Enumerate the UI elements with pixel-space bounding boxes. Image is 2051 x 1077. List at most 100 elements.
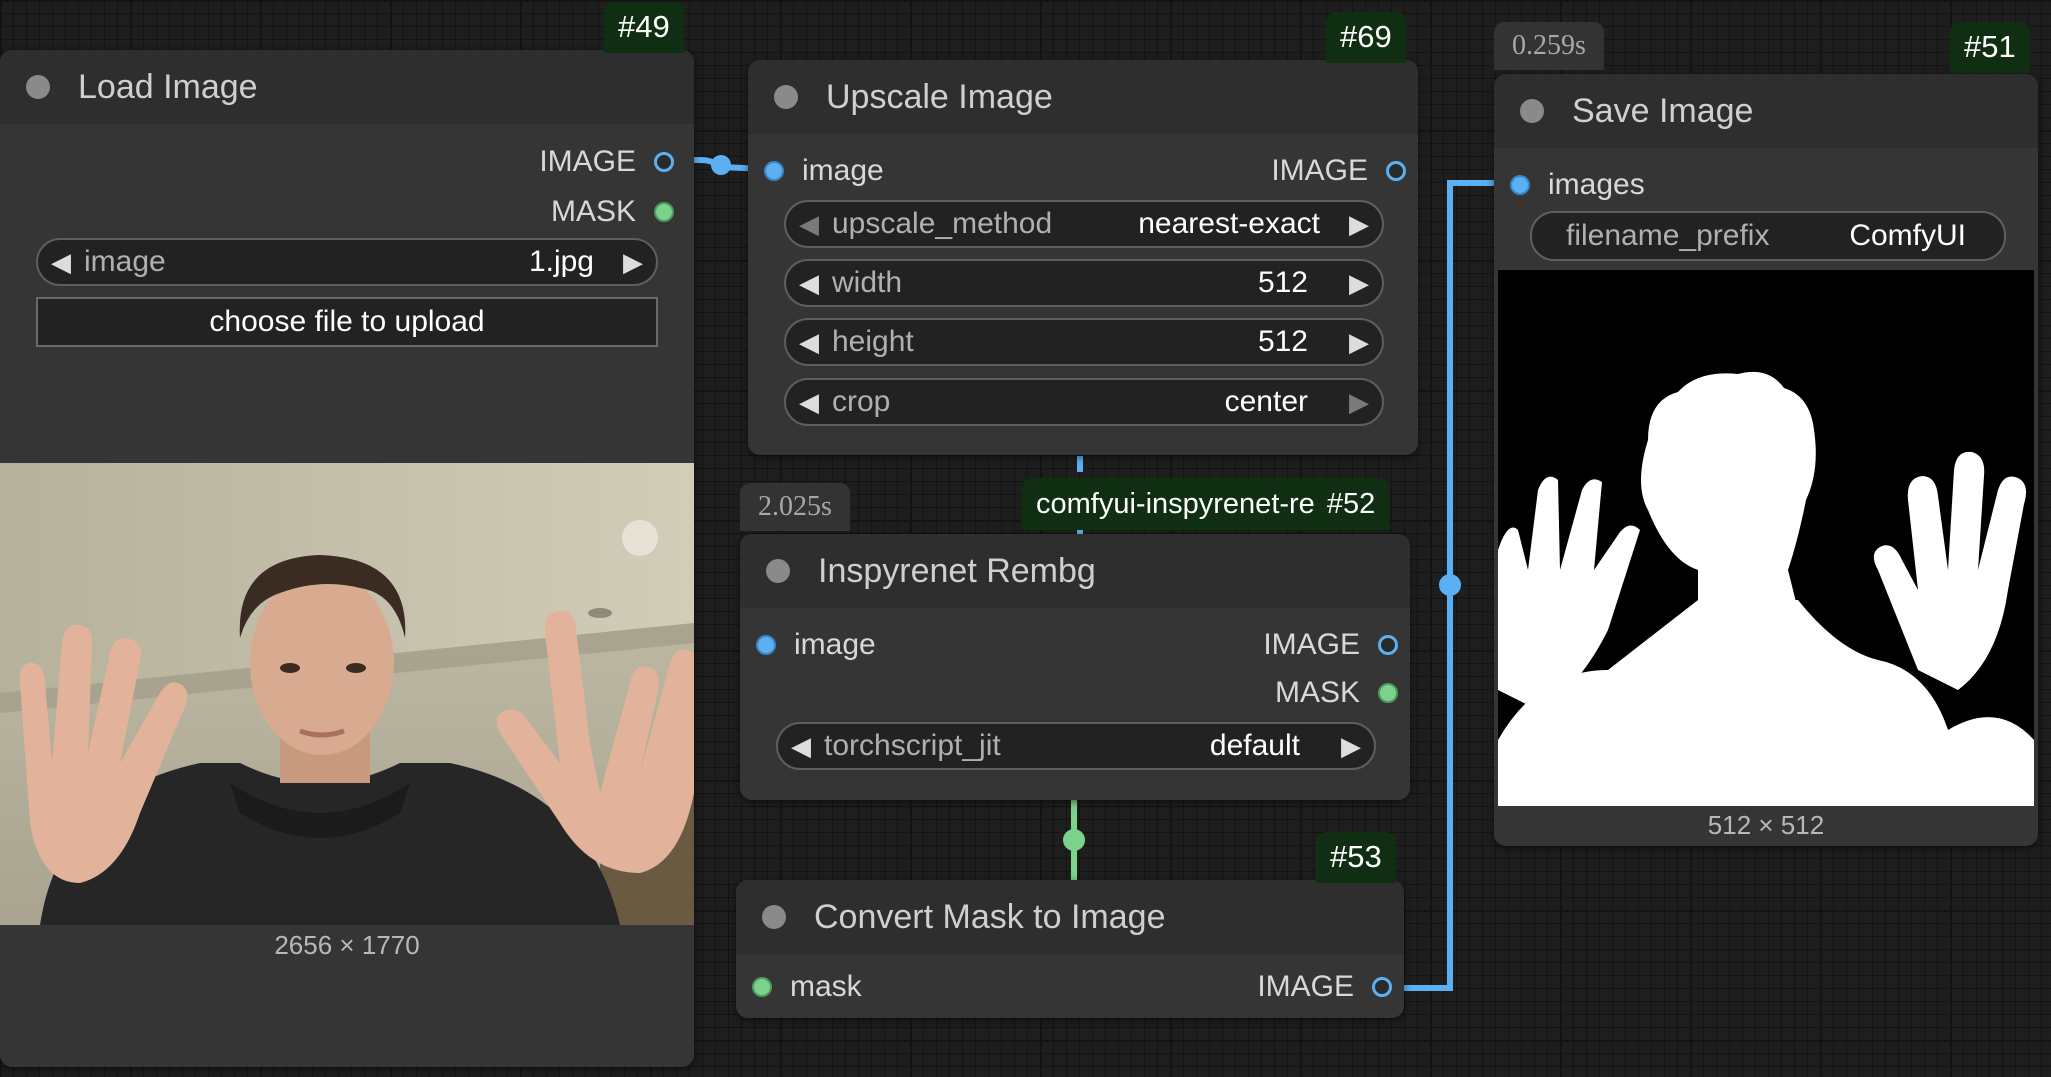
filename-prefix-field[interactable]: filename_prefix ComfyUI (1530, 211, 2006, 261)
node-title: Save Image (1572, 91, 1754, 130)
widget-value: default (1209, 729, 1300, 762)
node-title: Load Image (78, 67, 258, 106)
mask-output-dot[interactable] (654, 202, 674, 222)
circle-icon[interactable] (1520, 99, 1544, 123)
image-input-dot[interactable] (764, 161, 784, 181)
left-arrow-icon[interactable]: ◀ (786, 327, 832, 358)
circle-icon[interactable] (774, 85, 798, 109)
node-title: Inspyrenet Rembg (818, 551, 1096, 590)
node-title-bar[interactable]: Inspyrenet Rembg (740, 534, 1410, 608)
save-image-node[interactable]: Save Image images filename_prefix ComfyU… (1494, 74, 2038, 846)
execution-time-label: 0.259s (1494, 22, 1604, 70)
output-slot-image[interactable]: IMAGE (1257, 970, 1392, 1004)
widget-label: filename_prefix (1566, 219, 1770, 252)
slot-label: IMAGE (539, 145, 636, 178)
input-slot-mask[interactable]: mask (752, 970, 862, 1004)
output-slot-image[interactable]: IMAGE (1271, 154, 1406, 188)
slot-label: IMAGE (1257, 970, 1354, 1003)
node-title-bar[interactable]: Convert Mask to Image (736, 880, 1404, 954)
right-arrow-icon[interactable]: ▶ (1336, 209, 1382, 240)
image-input-dot[interactable] (1510, 175, 1530, 195)
slot-label: mask (790, 970, 862, 1003)
node-title-bar[interactable]: Save Image (1494, 74, 2038, 148)
right-arrow-icon[interactable]: ▶ (1336, 387, 1382, 418)
torchscript-jit-widget[interactable]: ◀ torchscript_jit default ▶ (776, 722, 1376, 770)
widget-value: ComfyUI (1849, 219, 1966, 252)
width-widget[interactable]: ◀ width 512 ▶ (784, 259, 1384, 307)
image-output-dot[interactable] (654, 152, 674, 172)
widget-label: width (832, 266, 903, 299)
link-midpoint[interactable] (711, 155, 731, 175)
node-title-bar[interactable]: Load Image (0, 50, 694, 124)
image-combo-widget[interactable]: ◀ image 1.jpg ▶ (36, 238, 658, 286)
slot-label: image (794, 628, 876, 661)
upload-button[interactable]: choose file to upload (36, 297, 658, 347)
widget-value: center (1224, 385, 1308, 418)
convert-mask-node[interactable]: Convert Mask to Image mask IMAGE (736, 880, 1404, 1018)
slot-label: MASK (550, 195, 636, 228)
widget-value: 512 (1257, 266, 1308, 299)
inspyrenet-rembg-node[interactable]: Inspyrenet Rembg image IMAGE MASK ◀ torc… (740, 534, 1410, 800)
node-title: Convert Mask to Image (814, 897, 1166, 936)
image-output-dot[interactable] (1372, 977, 1392, 997)
circle-icon[interactable] (762, 905, 786, 929)
mask-output-dot[interactable] (1378, 683, 1398, 703)
upscale-image-node[interactable]: Upscale Image image IMAGE ◀ upscale_meth… (748, 60, 1418, 455)
upscale-method-widget[interactable]: ◀ upscale_method nearest-exact ▶ (784, 200, 1384, 248)
height-widget[interactable]: ◀ height 512 ▶ (784, 318, 1384, 366)
node-source-badge: comfyui-inspyrenet-re #52 (1022, 478, 1390, 531)
slot-label: image (802, 154, 884, 187)
image-output-dot[interactable] (1378, 635, 1398, 655)
right-arrow-icon[interactable]: ▶ (1336, 268, 1382, 299)
preview-size-caption: 512 × 512 (1707, 810, 1825, 840)
widget-label: image (84, 245, 166, 278)
output-slot-image[interactable]: IMAGE (1263, 628, 1398, 662)
slot-label: MASK (1274, 676, 1360, 709)
node-id-badge: #53 (1316, 832, 1396, 883)
input-slot-image[interactable]: image (764, 154, 884, 188)
left-arrow-icon[interactable]: ◀ (786, 209, 832, 240)
slot-label: images (1548, 168, 1645, 201)
widget-value: nearest-exact (1138, 207, 1320, 240)
circle-icon[interactable] (26, 75, 50, 99)
widget-label: crop (832, 385, 891, 418)
widget-label: torchscript_jit (824, 729, 1001, 762)
output-slot-mask[interactable]: MASK (1275, 676, 1398, 710)
photo-illustration (0, 463, 694, 925)
execution-time-label: 2.025s (740, 483, 850, 531)
output-slot-mask[interactable]: MASK (551, 195, 674, 229)
widget-label: upscale_method (832, 207, 1053, 240)
load-image-node[interactable]: Load Image IMAGE MASK ◀ image 1.jpg ▶ ch… (0, 50, 694, 1067)
node-id-badge: #69 (1326, 12, 1406, 63)
node-id-badge: #49 (604, 2, 684, 53)
widget-value: 1.jpg (528, 245, 594, 278)
image-preview (0, 463, 694, 925)
mask-input-dot[interactable] (752, 977, 772, 997)
node-title: Upscale Image (826, 77, 1053, 116)
preview-size-caption: 2656 × 1770 (274, 930, 420, 960)
output-slot-image[interactable]: IMAGE (539, 145, 674, 179)
image-input-dot[interactable] (756, 635, 776, 655)
input-slot-image[interactable]: image (756, 628, 876, 662)
left-arrow-icon[interactable]: ◀ (778, 731, 824, 762)
node-id-badge: #52 (1326, 488, 1376, 520)
left-arrow-icon[interactable]: ◀ (38, 247, 84, 278)
widget-label: height (832, 325, 914, 358)
link-midpoint[interactable] (1063, 829, 1085, 851)
node-id-badge: #51 (1950, 22, 2030, 73)
crop-widget[interactable]: ◀ crop center ▶ (784, 378, 1384, 426)
left-arrow-icon[interactable]: ◀ (786, 268, 832, 299)
image-output-dot[interactable] (1386, 161, 1406, 181)
circle-icon[interactable] (766, 559, 790, 583)
mask-silhouette (1498, 270, 2034, 806)
input-slot-images[interactable]: images (1510, 168, 1645, 202)
link-midpoint[interactable] (1439, 574, 1461, 596)
slot-label: IMAGE (1263, 628, 1360, 661)
image-preview (1498, 270, 2034, 806)
left-arrow-icon[interactable]: ◀ (786, 387, 832, 418)
right-arrow-icon[interactable]: ▶ (1328, 731, 1374, 762)
node-title-bar[interactable]: Upscale Image (748, 60, 1418, 134)
right-arrow-icon[interactable]: ▶ (610, 247, 656, 278)
right-arrow-icon[interactable]: ▶ (1336, 327, 1382, 358)
node-package-label: comfyui-inspyrenet-re (1036, 488, 1315, 520)
